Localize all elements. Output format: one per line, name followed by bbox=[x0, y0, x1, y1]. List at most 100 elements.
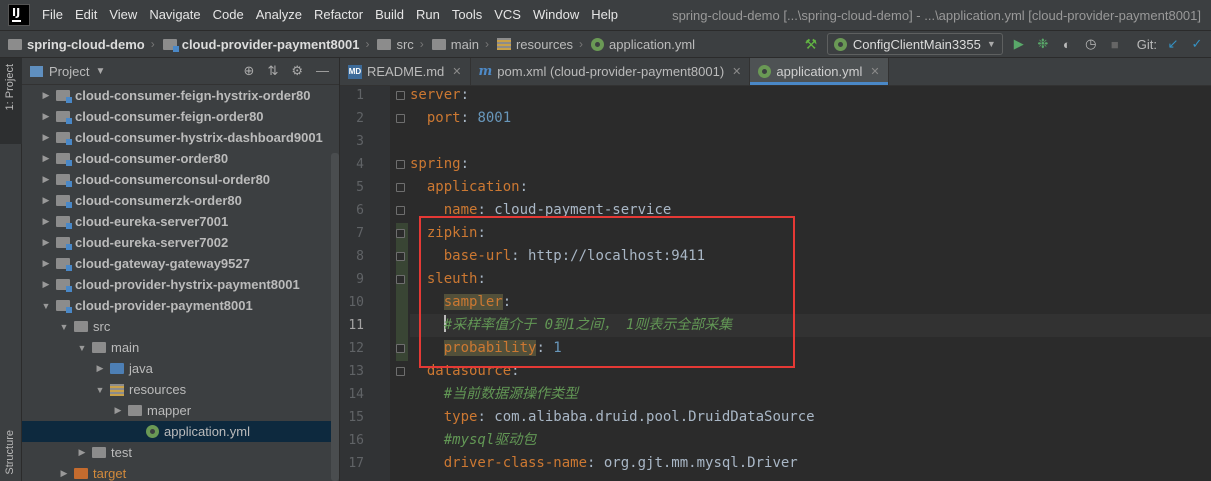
fold-marker-icon[interactable] bbox=[396, 114, 405, 123]
expand-arrow-right-icon[interactable]: ▶ bbox=[58, 468, 70, 479]
expand-arrow-right-icon[interactable]: ▶ bbox=[76, 447, 88, 458]
fold-marker-icon[interactable] bbox=[396, 344, 405, 353]
profile-icon[interactable]: ◷ bbox=[1083, 36, 1099, 52]
code-line[interactable]: #mysql驱动包 bbox=[410, 429, 537, 452]
menu-edit[interactable]: Edit bbox=[69, 0, 103, 30]
expand-arrow-right-icon[interactable]: ▶ bbox=[94, 363, 106, 374]
code-line[interactable]: #采样率值介于 0到1之间， 1则表示全部采集 bbox=[410, 314, 1211, 337]
tree-item[interactable]: ▼ main bbox=[22, 337, 339, 358]
tree-item[interactable]: application.yml bbox=[22, 421, 339, 442]
expand-arrow-right-icon[interactable]: ▶ bbox=[40, 216, 52, 227]
tree-item[interactable]: ▶ cloud-consumer-feign-hystrix-order80 bbox=[22, 85, 339, 106]
tree-item[interactable]: ▶ cloud-eureka-server7002 bbox=[22, 232, 339, 253]
menu-help[interactable]: Help bbox=[585, 0, 624, 30]
editor-tab[interactable]: application.yml ✕ bbox=[750, 58, 889, 85]
tree-item[interactable]: ▶ cloud-eureka-server7001 bbox=[22, 211, 339, 232]
menu-analyze[interactable]: Analyze bbox=[250, 0, 308, 30]
git-commit-check-icon[interactable]: ✓ bbox=[1189, 36, 1205, 52]
fold-marker-icon[interactable] bbox=[396, 367, 405, 376]
expand-arrow-right-icon[interactable]: ▶ bbox=[40, 153, 52, 164]
collapse-all-icon[interactable]: ⇅ bbox=[267, 63, 278, 79]
expand-arrow-right-icon[interactable]: ▶ bbox=[40, 111, 52, 122]
tree-item[interactable]: ▶ cloud-consumer-order80 bbox=[22, 148, 339, 169]
chevron-down-icon[interactable]: ▼ bbox=[95, 66, 105, 77]
structure-tool-window-button[interactable]: Structure bbox=[0, 430, 22, 481]
hide-minus-icon[interactable]: — bbox=[316, 63, 329, 79]
code-line[interactable]: application: bbox=[410, 176, 528, 199]
code-line[interactable]: #当前数据源操作类型 bbox=[410, 383, 578, 406]
build-hammer-icon[interactable]: ⚒ bbox=[803, 36, 819, 53]
fold-marker-icon[interactable] bbox=[396, 252, 405, 261]
tree-item[interactable]: ▶ cloud-provider-hystrix-payment8001 bbox=[22, 274, 339, 295]
menu-vcs[interactable]: VCS bbox=[488, 0, 527, 30]
breadcrumb-item[interactable]: main › bbox=[424, 37, 489, 52]
expand-arrow-down-icon[interactable]: ▼ bbox=[40, 301, 52, 311]
tree-scrollbar[interactable] bbox=[331, 153, 339, 481]
git-update-arrow-icon[interactable]: ↙ bbox=[1165, 36, 1181, 52]
tree-item[interactable]: ▼ cloud-provider-payment8001 bbox=[22, 295, 339, 316]
code-line[interactable]: driver-class-name: org.gjt.mm.mysql.Driv… bbox=[410, 452, 798, 475]
code-editor[interactable]: 1 2 3 4 5 6 7 8 9 10 11 12 13 14 15 16 17 server: port: … bbox=[340, 86, 1211, 481]
expand-arrow-right-icon[interactable]: ▶ bbox=[40, 258, 52, 269]
code-line[interactable]: server: bbox=[410, 86, 469, 107]
project-panel-title[interactable]: Project bbox=[49, 64, 89, 79]
close-tab-icon[interactable]: ✕ bbox=[732, 65, 741, 78]
gear-icon[interactable]: ⚙ bbox=[291, 63, 303, 79]
editor-tab[interactable]: m pom.xml (cloud-provider-payment8001) ✕ bbox=[471, 58, 751, 85]
expand-arrow-down-icon[interactable]: ▼ bbox=[76, 343, 88, 353]
close-tab-icon[interactable]: ✕ bbox=[452, 65, 461, 78]
tree-item[interactable]: ▶ test bbox=[22, 442, 339, 463]
expand-arrow-right-icon[interactable]: ▶ bbox=[112, 405, 124, 416]
tree-item[interactable]: ▶ cloud-consumerconsul-order80 bbox=[22, 169, 339, 190]
fold-marker-icon[interactable] bbox=[396, 183, 405, 192]
menu-navigate[interactable]: Navigate bbox=[143, 0, 206, 30]
code-line[interactable]: port: 8001 bbox=[410, 107, 511, 130]
menu-tools[interactable]: Tools bbox=[446, 0, 488, 30]
stop-icon[interactable]: ■ bbox=[1107, 37, 1123, 52]
fold-marker-icon[interactable] bbox=[396, 229, 405, 238]
menu-window[interactable]: Window bbox=[527, 0, 585, 30]
menu-view[interactable]: View bbox=[103, 0, 143, 30]
code-line[interactable]: type: com.alibaba.druid.pool.DruidDataSo… bbox=[410, 406, 815, 429]
project-tool-window-button[interactable]: 1: Project bbox=[0, 58, 22, 144]
menu-build[interactable]: Build bbox=[369, 0, 410, 30]
breadcrumb-item[interactable]: resources › bbox=[489, 37, 583, 52]
tree-item[interactable]: ▶ cloud-gateway-gateway9527 bbox=[22, 253, 339, 274]
tree-item[interactable]: ▼ resources bbox=[22, 379, 339, 400]
expand-arrow-right-icon[interactable]: ▶ bbox=[40, 132, 52, 143]
run-with-coverage-icon[interactable]: ◐ bbox=[1059, 37, 1075, 52]
expand-arrow-right-icon[interactable]: ▶ bbox=[40, 279, 52, 290]
code-line[interactable]: probability: 1 bbox=[410, 337, 562, 360]
expand-arrow-right-icon[interactable]: ▶ bbox=[40, 90, 52, 101]
debug-bug-icon[interactable]: ❉ bbox=[1035, 36, 1051, 52]
code-line[interactable]: spring: bbox=[410, 153, 469, 176]
code-line[interactable]: datasource: bbox=[410, 360, 520, 383]
fold-marker-icon[interactable] bbox=[396, 160, 405, 169]
tree-item[interactable]: ▶ mapper bbox=[22, 400, 339, 421]
menu-code[interactable]: Code bbox=[207, 0, 250, 30]
code-line[interactable]: base-url: http://localhost:9411 bbox=[410, 245, 705, 268]
tree-item[interactable]: ▶ target bbox=[22, 463, 339, 481]
fold-marker-icon[interactable] bbox=[396, 275, 405, 284]
menu-refactor[interactable]: Refactor bbox=[308, 0, 369, 30]
code-line[interactable]: name: cloud-payment-service bbox=[410, 199, 672, 222]
expand-arrow-right-icon[interactable]: ▶ bbox=[40, 174, 52, 185]
tree-item[interactable]: ▶ cloud-consumer-feign-order80 bbox=[22, 106, 339, 127]
menu-run[interactable]: Run bbox=[410, 0, 446, 30]
breadcrumb-item[interactable]: cloud-provider-payment8001 › bbox=[155, 37, 369, 52]
editor-tab[interactable]: MD README.md ✕ bbox=[340, 58, 471, 85]
locate-target-icon[interactable]: ⊕ bbox=[244, 63, 255, 79]
tree-item[interactable]: ▼ src bbox=[22, 316, 339, 337]
expand-arrow-down-icon[interactable]: ▼ bbox=[58, 322, 70, 332]
close-tab-icon[interactable]: ✕ bbox=[870, 65, 879, 78]
code-line[interactable]: zipkin: bbox=[410, 222, 486, 245]
expand-arrow-right-icon[interactable]: ▶ bbox=[40, 195, 52, 206]
run-icon[interactable]: ▶ bbox=[1011, 36, 1027, 52]
fold-marker-icon[interactable] bbox=[396, 206, 405, 215]
code-line[interactable]: sleuth: bbox=[410, 268, 486, 291]
expand-arrow-down-icon[interactable]: ▼ bbox=[94, 385, 106, 395]
fold-marker-icon[interactable] bbox=[396, 91, 405, 100]
run-configuration-dropdown[interactable]: ConfigClientMain3355 ▼ bbox=[826, 33, 1003, 55]
breadcrumb-item[interactable]: src › bbox=[369, 37, 424, 52]
tree-item[interactable]: ▶ cloud-consumer-hystrix-dashboard9001 bbox=[22, 127, 339, 148]
